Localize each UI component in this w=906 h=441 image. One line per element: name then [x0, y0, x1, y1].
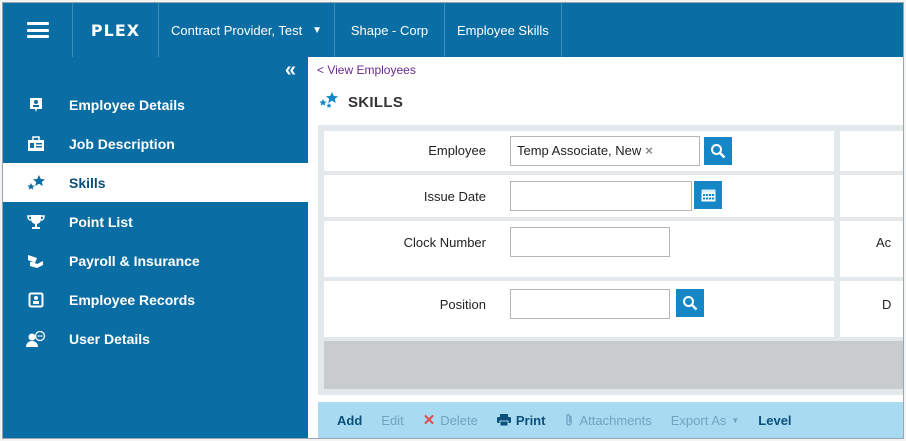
- clock-number-input[interactable]: [510, 227, 670, 257]
- position-input[interactable]: [510, 289, 670, 319]
- employee-chip: Temp Associate, New ×: [517, 143, 653, 158]
- calendar-icon: [701, 189, 715, 202]
- form-footer-band: [324, 341, 903, 389]
- side-cell: Ac: [840, 221, 903, 277]
- level-button[interactable]: Level: [758, 413, 791, 428]
- delete-label: Delete: [440, 412, 478, 428]
- main-content: < View Employees SKILLS Employee Temp As…: [308, 57, 903, 438]
- employee-picker[interactable]: Temp Associate, New ×: [510, 136, 700, 166]
- attachments-label: Attachments: [579, 412, 652, 428]
- employee-search-button[interactable]: [704, 137, 732, 165]
- sidebar-item-employee-records[interactable]: Employee Records: [3, 280, 308, 319]
- search-icon: [683, 296, 698, 311]
- provider-name: Contract Provider, Test: [171, 22, 303, 38]
- sidebar-item-label: User Details: [69, 330, 150, 347]
- sidebar-item-label: Employee Records: [69, 291, 196, 308]
- sidebar-nav: Employee Details Job Description Skills …: [3, 85, 308, 358]
- side-cell: [840, 175, 903, 217]
- position-search-button[interactable]: [676, 289, 704, 317]
- export-as-dropdown[interactable]: Export As ▼: [671, 413, 740, 428]
- remove-icon[interactable]: ×: [645, 143, 653, 158]
- top-bar: PLEX Contract Provider, Test ▼ Shape - C…: [3, 3, 903, 57]
- menu-button[interactable]: [3, 3, 73, 57]
- export-as-label: Export As: [670, 412, 727, 428]
- side-cell: [840, 131, 903, 171]
- sidebar-item-job-description[interactable]: Job Description: [3, 124, 308, 163]
- sidebar-item-user-details[interactable]: User Details: [3, 319, 308, 358]
- plex-logo: PLEX: [90, 20, 141, 40]
- provider-dropdown[interactable]: Contract Provider, Test ▼: [159, 3, 335, 57]
- sidebar-item-payroll-insurance[interactable]: Payroll & Insurance: [3, 241, 308, 280]
- id-badge-icon: [3, 97, 69, 113]
- money-hand-icon: [3, 253, 69, 269]
- paperclip-icon: [564, 413, 574, 427]
- employee-chip-text: Temp Associate, New: [517, 143, 642, 158]
- page-title-text: SKILLS: [348, 93, 404, 111]
- caret-down-icon: ▼: [731, 415, 740, 425]
- app-window: PLEX Contract Provider, Test ▼ Shape - C…: [2, 2, 904, 439]
- issue-date-label: Issue Date: [423, 189, 486, 204]
- stars-icon: [318, 91, 340, 113]
- search-icon: [711, 144, 726, 159]
- printer-icon: [496, 414, 511, 426]
- clock-number-label: Clock Number: [403, 235, 486, 250]
- sidebar-item-employee-details[interactable]: Employee Details: [3, 85, 308, 124]
- sidebar-item-label: Point List: [69, 213, 133, 230]
- screen-name: Employee Skills: [457, 22, 549, 38]
- view-employees-link[interactable]: < View Employees: [317, 63, 416, 77]
- user-chat-icon: [3, 330, 69, 347]
- sidebar-item-label: Skills: [69, 174, 106, 191]
- company-crumb[interactable]: Shape - Corp: [335, 3, 445, 57]
- add-button[interactable]: Add: [337, 413, 362, 428]
- delete-button[interactable]: ✕ Delete: [423, 411, 478, 429]
- trophy-icon: [3, 214, 69, 230]
- caret-down-icon: ▼: [312, 24, 322, 36]
- action-toolbar: Add Edit ✕ Delete Print Attachments Expo…: [318, 402, 903, 438]
- employee-row: Employee Temp Associate, New ×: [324, 131, 834, 171]
- filter-form: Employee Temp Associate, New × Issue Date…: [318, 125, 903, 395]
- issue-date-input[interactable]: [510, 181, 692, 211]
- hamburger-icon: [26, 22, 49, 38]
- sidebar-item-skills[interactable]: Skills: [3, 163, 308, 202]
- sidebar-item-point-list[interactable]: Point List: [3, 202, 308, 241]
- collapse-sidebar-button[interactable]: «: [285, 59, 296, 82]
- attachments-button[interactable]: Attachments: [564, 412, 652, 428]
- sidebar-item-label: Employee Details: [69, 96, 185, 113]
- record-icon: [3, 292, 69, 308]
- employee-label: Employee: [428, 143, 486, 158]
- issue-date-row: Issue Date: [324, 175, 834, 217]
- edit-button[interactable]: Edit: [381, 413, 403, 428]
- calendar-button[interactable]: [694, 181, 722, 209]
- delete-x-icon: ✕: [422, 412, 436, 429]
- company-name: Shape - Corp: [350, 22, 429, 38]
- side-label-cut: Ac: [876, 235, 892, 250]
- print-label: Print: [515, 412, 546, 428]
- screen-crumb[interactable]: Employee Skills: [445, 3, 562, 57]
- stars-icon: [3, 174, 69, 192]
- position-label: Position: [439, 297, 486, 312]
- page-title: SKILLS: [318, 91, 403, 113]
- side-cell: D: [840, 281, 903, 337]
- briefcase-icon: [3, 135, 69, 152]
- sidebar: « Employee Details Job Description Skill…: [3, 57, 308, 438]
- sidebar-item-label: Payroll & Insurance: [69, 252, 200, 269]
- sidebar-item-label: Job Description: [69, 135, 175, 152]
- print-button[interactable]: Print: [496, 412, 546, 428]
- position-row: Position: [324, 281, 834, 337]
- side-label-cut: D: [882, 297, 892, 312]
- logo[interactable]: PLEX: [73, 3, 159, 57]
- clock-number-row: Clock Number: [324, 221, 834, 277]
